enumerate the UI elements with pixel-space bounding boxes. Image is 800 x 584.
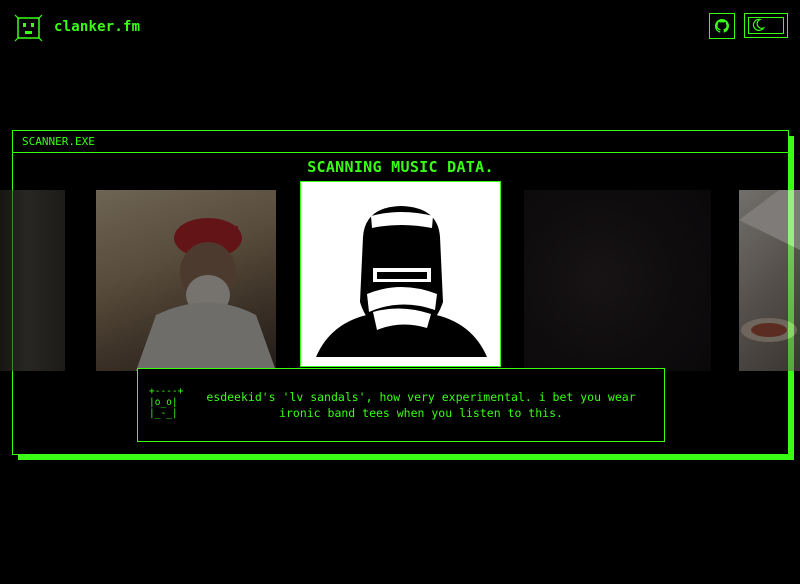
moon-icon: [752, 18, 765, 31]
window-titlebar: SCANNER.EXE: [13, 131, 788, 153]
theme-toggle-button[interactable]: [744, 13, 788, 38]
github-button[interactable]: [709, 13, 735, 39]
robot-dialog: +----+ |o_o| |_-_| esdeekid's 'lv sandal…: [137, 368, 665, 442]
robot-message: esdeekid's 'lv sandals', how very experi…: [206, 390, 636, 420]
robot-face-icon[interactable]: [14, 14, 43, 42]
masked-figure-artwork: [301, 182, 500, 366]
album-cover-current[interactable]: [300, 181, 501, 367]
album-cover-right[interactable]: [524, 190, 711, 371]
brand-name[interactable]: clanker.fm: [54, 19, 140, 35]
window-title: SCANNER.EXE: [22, 135, 95, 148]
album-cover-far-right[interactable]: [739, 190, 800, 371]
album-cover-left[interactable]: [96, 190, 276, 371]
robot-avatar-ascii: +----+ |o_o| |_-_|: [149, 386, 184, 419]
scan-heading: SCANNING MUSIC DATA.: [307, 158, 494, 176]
album-cover-far-left[interactable]: [0, 190, 65, 371]
github-icon: [715, 19, 729, 33]
page: clanker.fm SCANNER.EXE SCANNING MUSIC DA…: [0, 0, 800, 584]
